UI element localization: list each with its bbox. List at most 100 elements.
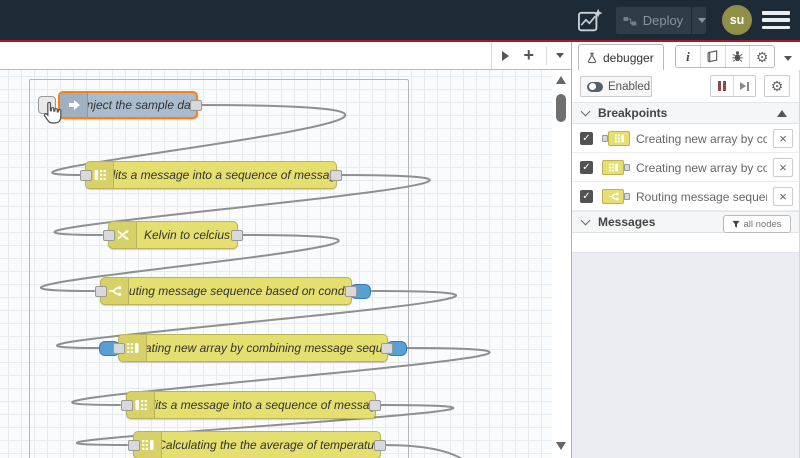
flask-icon <box>588 52 596 63</box>
deploy-button[interactable]: Deploy <box>616 7 706 34</box>
join-node-input-icon <box>602 131 630 146</box>
output-port[interactable] <box>231 230 243 241</box>
remove-breakpoint-button[interactable] <box>773 187 793 206</box>
help-book-button[interactable] <box>701 46 726 67</box>
node-label: Splits a message into a sequence of mess… <box>155 398 375 412</box>
hand-cursor-icon <box>43 102 62 124</box>
inject-arrow-icon <box>60 93 88 117</box>
bug-icon <box>732 51 743 62</box>
scroll-down-icon[interactable] <box>556 442 566 450</box>
output-port[interactable] <box>330 170 342 181</box>
tab-debugger[interactable]: debugger <box>578 44 664 70</box>
output-port[interactable] <box>369 400 381 411</box>
messages-title: Messages <box>598 215 656 229</box>
debugger-controls <box>710 75 756 97</box>
node-label: Kelvin to celcius <box>143 228 231 242</box>
output-port[interactable] <box>345 286 357 297</box>
tab-label: debugger <box>603 50 654 65</box>
breakpoint-checkbox[interactable] <box>580 161 593 174</box>
tabbar-actions: + <box>491 42 570 69</box>
collapse-chevron-icon <box>580 106 591 117</box>
remove-breakpoint-button[interactable] <box>773 129 793 148</box>
funnel-icon <box>732 220 741 228</box>
deploy-caret-icon[interactable] <box>698 18 706 23</box>
input-port[interactable] <box>103 230 115 241</box>
output-port[interactable] <box>374 440 386 451</box>
breakpoint-row[interactable]: Creating new array by combining message … <box>572 124 799 153</box>
avatar-initials: su <box>729 13 745 27</box>
output-port[interactable] <box>190 100 202 111</box>
messages-list-empty-row <box>572 233 799 253</box>
pause-button[interactable] <box>711 76 734 96</box>
breakpoint-label: Creating new array by combining message … <box>636 160 767 175</box>
sidebar-menu-icon[interactable] <box>784 56 792 61</box>
enabled-label: Enabled <box>608 80 651 93</box>
deploy-label: Deploy <box>642 13 684 28</box>
book-icon <box>707 50 718 63</box>
debug-messages-button[interactable] <box>726 46 751 67</box>
node-split-2[interactable]: Splits a message into a sequence of mess… <box>121 391 381 419</box>
filter-label: all nodes <box>743 218 782 230</box>
input-port[interactable] <box>113 343 125 354</box>
debugger-enabled-toggle[interactable]: Enabled <box>580 76 652 97</box>
messages-section-header[interactable]: Messages all nodes <box>572 211 799 233</box>
breakpoint-checkbox[interactable] <box>580 132 593 145</box>
workspace-tabbar: + <box>0 42 572 70</box>
messages-empty-area <box>572 253 799 458</box>
scroll-top-icon[interactable] <box>777 110 787 117</box>
step-button[interactable] <box>734 76 756 96</box>
join-node-output-icon <box>602 160 630 175</box>
breakpoint-label: Routing message sequence based on condit… <box>636 189 767 204</box>
add-flow-icon[interactable]: + <box>523 46 534 64</box>
message-filter-button[interactable]: all nodes <box>723 215 791 233</box>
pause-icon <box>717 81 726 91</box>
debugger-settings-button[interactable]: ⚙ <box>764 75 790 97</box>
gear-icon: ⚙ <box>770 78 784 94</box>
gear-icon: ⚙ <box>755 48 769 65</box>
remove-breakpoint-button[interactable] <box>773 158 793 177</box>
flow-list-icon[interactable] <box>556 53 564 58</box>
main-menu-icon[interactable] <box>762 11 790 29</box>
breakpoint-row[interactable]: Creating new array by combining message … <box>572 153 799 182</box>
breakpoints-section-header[interactable]: Breakpoints <box>572 102 799 124</box>
node-join-2[interactable]: Calculating the the average of temperatu… <box>128 431 386 458</box>
breakpoint-checkbox[interactable] <box>580 190 593 203</box>
info-button[interactable]: i <box>676 46 701 67</box>
output-port[interactable] <box>381 343 393 354</box>
node-label: Splits a message into a sequence of mess… <box>114 168 336 182</box>
user-avatar[interactable]: su <box>722 5 752 35</box>
sidebar-header: debugger i ⚙ <box>572 42 800 70</box>
breakpoint-label: Creating new array by combining message … <box>636 131 767 146</box>
deploy-icon <box>623 16 637 25</box>
node-switch[interactable]: Routing message sequence based on condit… <box>95 277 371 305</box>
node-split-1[interactable]: Splits a message into a sequence of mess… <box>80 161 342 189</box>
toggle-on-icon <box>587 81 603 92</box>
node-join-1[interactable]: Creating new array by combining message … <box>99 334 407 362</box>
input-port[interactable] <box>95 286 107 297</box>
deploy-separator <box>691 7 692 34</box>
node-label: Creating new array by combining message … <box>147 341 387 355</box>
node-label: Calculating the the average of temperatu… <box>162 438 380 452</box>
input-port[interactable] <box>128 440 140 451</box>
breakpoint-row[interactable]: Routing message sequence based on condit… <box>572 182 799 211</box>
flow-canvas[interactable]: Inject the sample data Splits a message … <box>0 70 552 458</box>
collapse-chevron-icon <box>580 215 591 226</box>
sidebar-tab-buttons: i ⚙ <box>675 45 775 68</box>
input-port[interactable] <box>121 400 133 411</box>
config-nodes-button[interactable]: ⚙ <box>750 46 774 67</box>
switch-node-output-icon <box>602 189 630 204</box>
scroll-up-icon[interactable] <box>556 76 566 84</box>
scroll-tabs-right-icon[interactable] <box>502 50 510 61</box>
debugger-toolbar: Enabled ⚙ <box>572 70 799 102</box>
breakpoints-title: Breakpoints <box>598 106 668 120</box>
input-port[interactable] <box>80 170 92 181</box>
canvas-vertical-scrollbar[interactable] <box>552 70 571 458</box>
debugger-sidebar: Enabled ⚙ Breakpoints Creating new array… <box>572 70 800 458</box>
node-label: Routing message sequence based on condit… <box>129 284 351 298</box>
node-change[interactable]: Kelvin to celcius <box>103 221 243 249</box>
node-inject[interactable]: Inject the sample data <box>58 91 202 119</box>
scrollbar-thumb[interactable] <box>556 94 566 122</box>
assistant-icon[interactable] <box>576 7 604 35</box>
step-icon <box>739 81 749 91</box>
app-header: Deploy su <box>0 0 800 40</box>
